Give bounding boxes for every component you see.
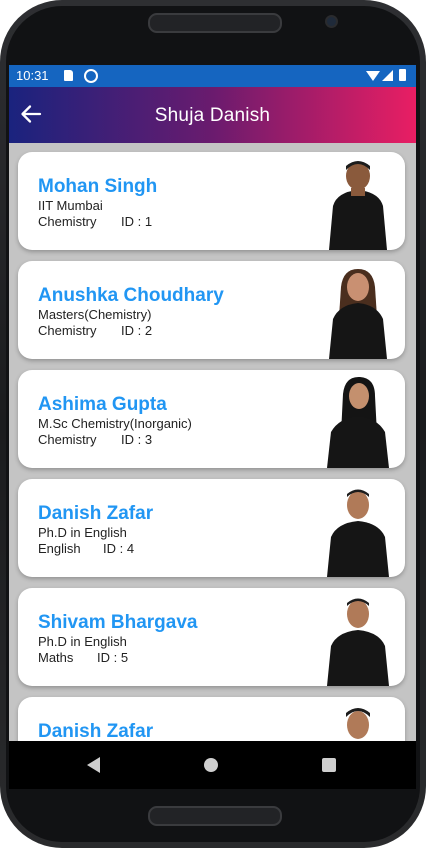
teacher-qualification: Ph.D in English (38, 634, 127, 649)
teacher-card[interactable]: Ashima Gupta M.Sc Chemistry(Inorganic) C… (18, 370, 405, 468)
front-camera (327, 17, 336, 26)
bottom-speaker (148, 806, 282, 826)
teacher-qualification: IIT Mumbai (38, 198, 103, 213)
teacher-name: Shivam Bhargava (38, 612, 198, 633)
teacher-card[interactable]: Danish Zafar Ph.D in English English ID … (18, 479, 405, 577)
page-title: Shuja Danish (154, 105, 271, 126)
wifi-icon (366, 71, 380, 81)
teacher-subject: Chemistry (38, 432, 97, 447)
teacher-name: Anushka Choudhary (38, 285, 224, 306)
teacher-id: ID : 4 (103, 541, 135, 556)
teacher-name: Danish Zafar (38, 721, 154, 741)
sync-icon (84, 69, 98, 83)
teacher-photo (327, 489, 389, 577)
teacher-card[interactable]: Shivam Bhargava Ph.D in English Maths ID… (18, 588, 405, 686)
teacher-photo (327, 598, 389, 686)
battery-icon (399, 69, 406, 81)
teacher-name: Mohan Singh (38, 176, 158, 197)
status-time: 10:31 (16, 68, 49, 83)
sd-card-icon (64, 70, 73, 81)
teacher-subject: Maths (38, 650, 74, 665)
app-bar: Shuja Danish (9, 87, 416, 143)
teacher-id: ID : 2 (121, 323, 153, 338)
teacher-photo (329, 161, 387, 250)
teacher-qualification: M.Sc Chemistry(Inorganic) (38, 416, 192, 431)
teacher-photo (346, 708, 370, 739)
signal-icon (382, 70, 393, 81)
teacher-card[interactable]: Anushka Choudhary Masters(Chemistry) Che… (18, 261, 405, 359)
earpiece-speaker (148, 13, 282, 33)
teacher-subject: Chemistry (38, 323, 97, 338)
teacher-list[interactable]: Mohan Singh IIT Mumbai Chemistry ID : 1 … (9, 143, 416, 741)
teacher-card[interactable]: Mohan Singh IIT Mumbai Chemistry ID : 1 (18, 152, 405, 250)
nav-recents-icon[interactable] (322, 758, 336, 772)
teacher-photo (329, 269, 387, 359)
status-bar: 10:31 (9, 65, 416, 87)
teacher-name: Danish Zafar (38, 503, 154, 524)
teacher-card[interactable]: Danish Zafar (18, 697, 405, 741)
teacher-id: ID : 5 (97, 650, 129, 665)
teacher-id: ID : 3 (121, 432, 153, 447)
teacher-id: ID : 1 (121, 214, 153, 229)
teacher-photo (327, 376, 389, 468)
nav-back-icon[interactable] (87, 757, 100, 773)
teacher-subject: English (38, 541, 81, 556)
nav-home-icon[interactable] (204, 758, 218, 772)
screen: 10:31 Shuja Danish Mohan Singh IIT Mumba… (9, 65, 416, 789)
teacher-qualification: Masters(Chemistry) (38, 307, 152, 322)
teacher-subject: Chemistry (38, 214, 97, 229)
teacher-name: Ashima Gupta (38, 394, 167, 415)
system-nav-bar (9, 741, 416, 789)
teacher-qualification: Ph.D in English (38, 525, 127, 540)
phone-frame: 10:31 Shuja Danish Mohan Singh IIT Mumba… (0, 0, 426, 848)
